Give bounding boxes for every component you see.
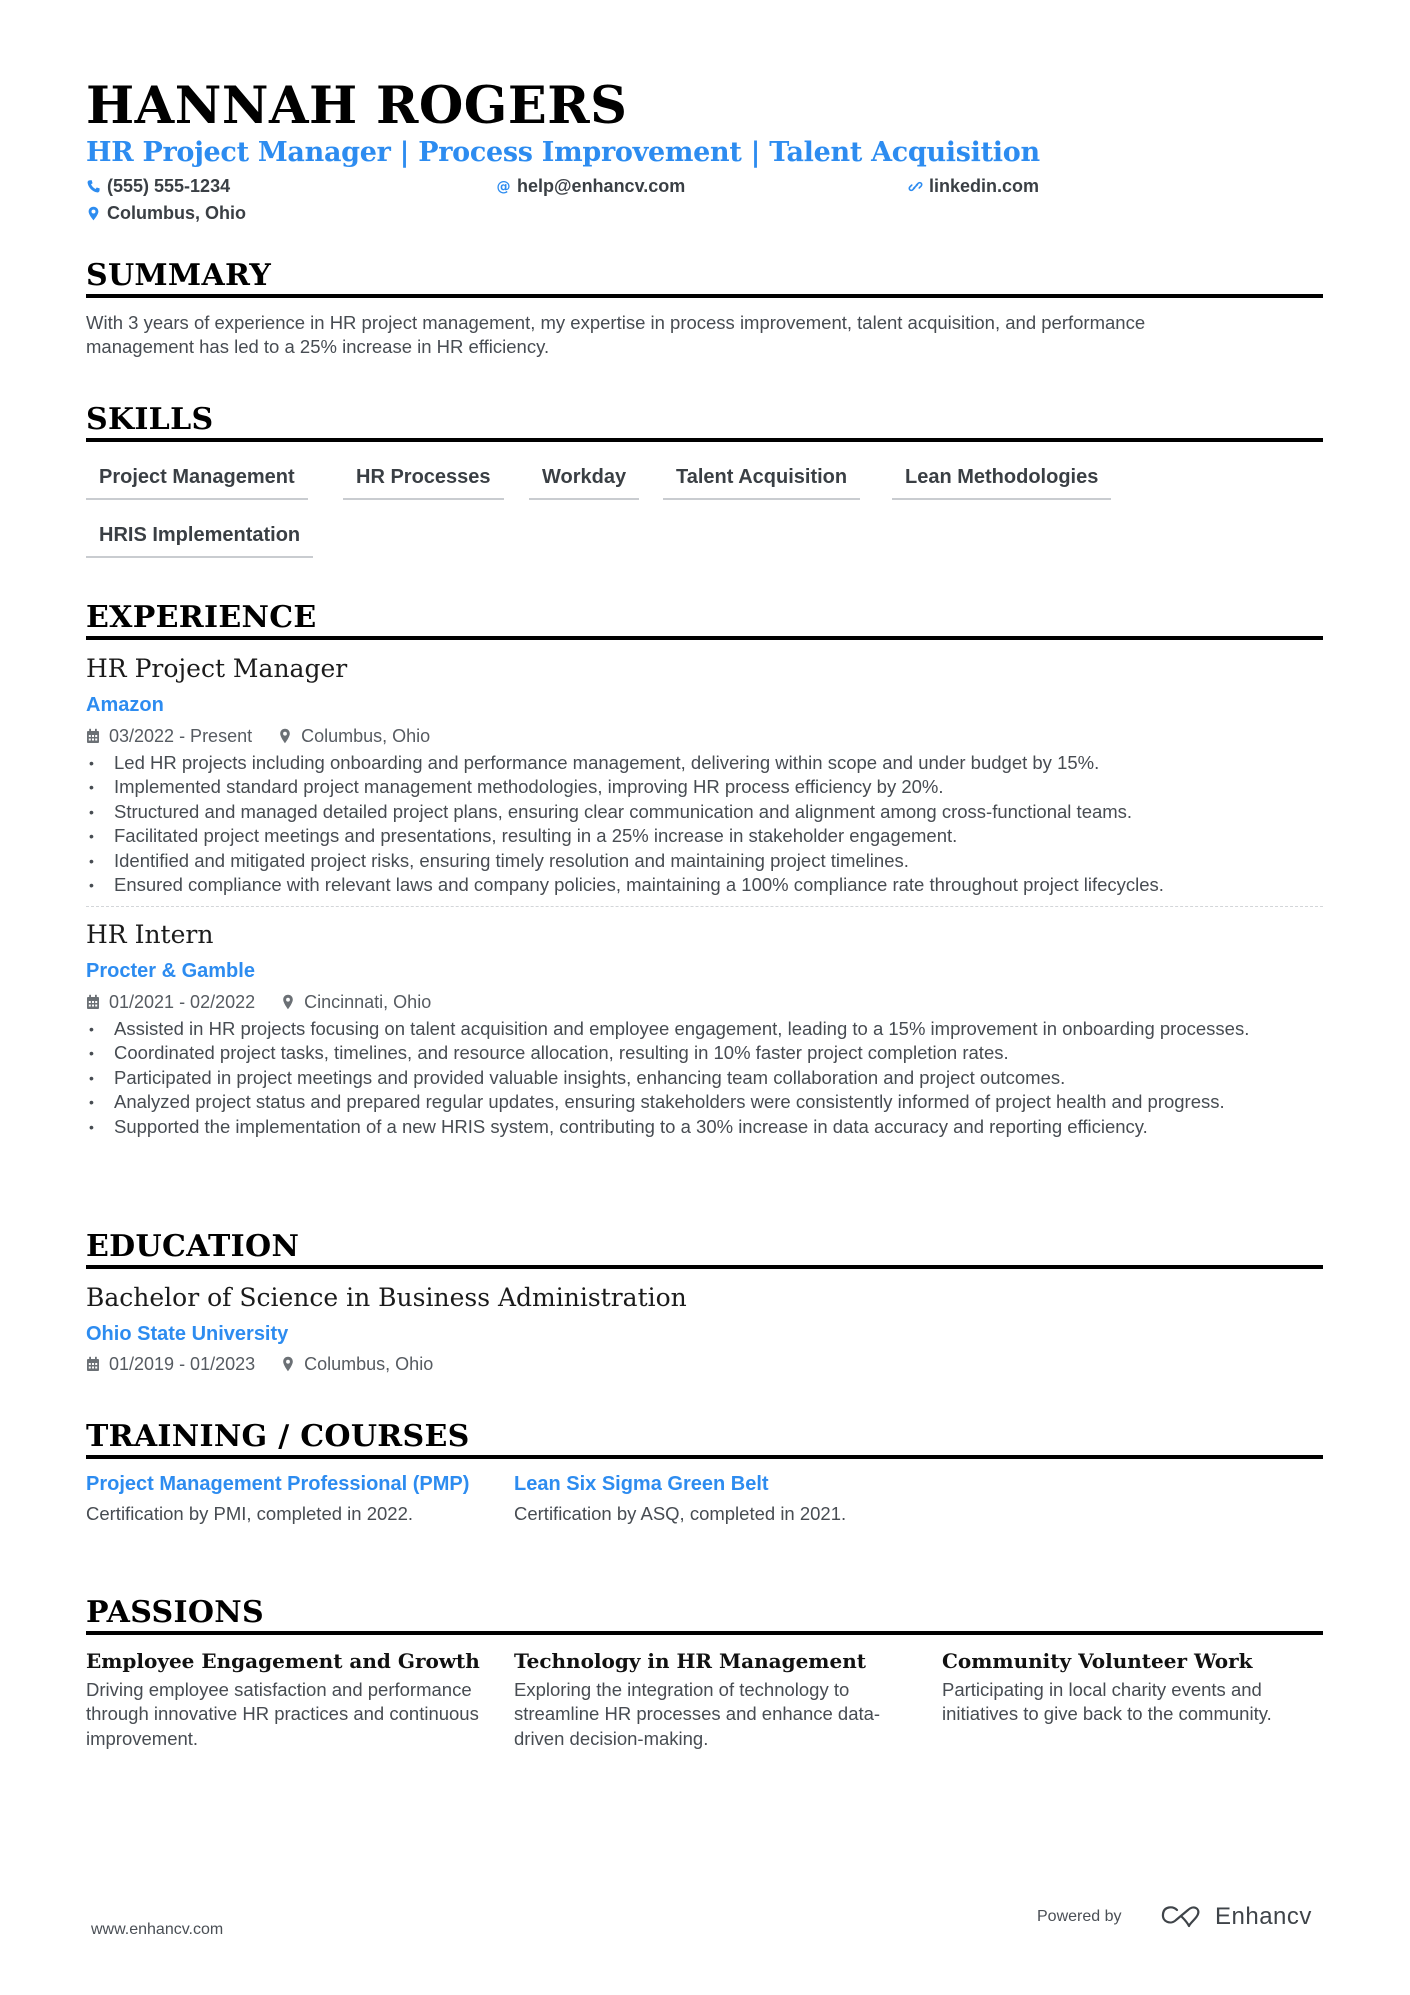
skill-tag: Talent Acquisition (663, 464, 861, 500)
section-rule (86, 1455, 1323, 1459)
contact-link[interactable]: linkedin.com (908, 174, 1039, 198)
footer-website[interactable]: www.enhancv.com (91, 1920, 223, 1940)
passion-title: Employee Engagement and Growth (86, 1649, 480, 1673)
calendar-icon (87, 728, 99, 743)
job-location: Columbus, Ohio (301, 726, 431, 746)
link-icon (908, 181, 923, 191)
skill-tag: Workday (529, 464, 640, 500)
course-description: Certification by PMI, completed in 2022. (86, 1503, 413, 1524)
company-name[interactable]: Procter & Gamble (86, 958, 255, 984)
section-rule (86, 1265, 1323, 1269)
school-name[interactable]: Ohio State University (86, 1321, 288, 1347)
skill-tag: Lean Methodologies (892, 464, 1112, 500)
section-title-passions: PASSIONS (86, 1595, 264, 1630)
bullet-item: Identified and mitigated project risks, … (86, 849, 1326, 874)
education-dates: 01/2019 - 01/2023 (109, 1354, 256, 1374)
section-title-summary: SUMMARY (86, 258, 272, 293)
contact-email[interactable]: @ help@enhancv.com (496, 174, 685, 198)
section-rule (86, 294, 1323, 298)
calendar-icon (87, 994, 99, 1009)
svg-text:@: @ (496, 179, 510, 194)
passion-item: Community Volunteer Work Participating i… (942, 1648, 1337, 1727)
section-title-education: EDUCATION (86, 1229, 300, 1264)
bullet-item: Assisted in HR projects focusing on tale… (86, 1017, 1326, 1042)
job-bullets: Led HR projects including onboarding and… (86, 751, 1326, 898)
section-title-skills: SKILLS (86, 402, 214, 437)
passion-title: Community Volunteer Work (942, 1649, 1253, 1673)
job-dates: 03/2022 - Present (109, 726, 253, 746)
course-item: Project Management Professional (PMP) Ce… (86, 1472, 481, 1526)
course-title[interactable]: Project Management Professional (PMP) (86, 1472, 481, 1497)
location-pin-icon (280, 728, 290, 744)
skill-tag: Project Management (86, 464, 308, 500)
job-bullets: Assisted in HR projects focusing on tale… (86, 1017, 1326, 1139)
course-title[interactable]: Lean Six Sigma Green Belt (514, 1472, 909, 1497)
bullet-item: Led HR projects including onboarding and… (86, 751, 1326, 776)
passion-description: Driving employee satisfaction and perfor… (86, 1679, 479, 1749)
skill-tag: HR Processes (343, 464, 504, 500)
passion-title: Technology in HR Management (514, 1649, 866, 1673)
candidate-name: HANNAH ROGERS (86, 76, 628, 136)
enhancv-brand[interactable]: Enhancv (1215, 1903, 1312, 1931)
entry-divider (86, 906, 1323, 907)
summary-text: With 3 years of experience in HR project… (86, 311, 1336, 360)
location-pin-icon (283, 994, 293, 1010)
job-meta: 03/2022 - Present Columbus, Ohio (86, 724, 430, 748)
section-rule (86, 636, 1323, 640)
education-meta: 01/2019 - 01/2023 Columbus, Ohio (86, 1352, 433, 1376)
email-text[interactable]: help@enhancv.com (517, 174, 685, 198)
job-location: Cincinnati, Ohio (304, 992, 432, 1012)
contact-location: Columbus, Ohio (86, 201, 246, 225)
section-title-training: TRAINING / COURSES (86, 1419, 470, 1454)
section-title-experience: EXPERIENCE (86, 600, 317, 635)
job-title: HR Intern (86, 920, 214, 949)
job-title: HR Project Manager (86, 654, 348, 683)
powered-by-label: Powered by (1037, 1908, 1122, 1925)
job-meta: 01/2021 - 02/2022 Cincinnati, Ohio (86, 990, 431, 1014)
phone-icon (87, 179, 100, 192)
bullet-item: Supported the implementation of a new HR… (86, 1115, 1326, 1140)
passion-item: Technology in HR Management Exploring th… (514, 1648, 919, 1751)
location-pin-icon (88, 206, 99, 220)
bullet-item: Facilitated project meetings and present… (86, 824, 1326, 849)
phone-text: (555) 555-1234 (107, 176, 231, 196)
section-rule (86, 438, 1323, 442)
skill-tag: HRIS Implementation (86, 522, 314, 558)
education-location: Columbus, Ohio (304, 1354, 434, 1374)
bullet-item: Participated in project meetings and pro… (86, 1066, 1326, 1091)
at-icon: @ (496, 179, 510, 194)
link-text[interactable]: linkedin.com (929, 174, 1039, 198)
enhancv-logo-icon (1161, 1906, 1200, 1928)
company-name[interactable]: Amazon (86, 692, 164, 718)
degree-title: Bachelor of Science in Business Administ… (86, 1283, 687, 1312)
bullet-item: Analyzed project status and prepared reg… (86, 1090, 1326, 1115)
passion-description: Exploring the integration of technology … (514, 1679, 881, 1749)
location-pin-icon (283, 1356, 293, 1372)
job-dates: 01/2021 - 02/2022 (109, 992, 256, 1012)
summary-line: management has led to a 25% increase in … (86, 336, 550, 358)
course-description: Certification by ASQ, completed in 2021. (514, 1503, 847, 1524)
bullet-item: Coordinated project tasks, timelines, an… (86, 1041, 1326, 1066)
headline: HR Project Manager | Process Improvement… (86, 137, 1040, 168)
passion-item: Employee Engagement and Growth Driving e… (86, 1648, 491, 1751)
section-rule (86, 1631, 1323, 1635)
bullet-item: Implemented standard project management … (86, 775, 1326, 800)
location-text: Columbus, Ohio (107, 203, 246, 223)
summary-line: With 3 years of experience in HR project… (86, 312, 1146, 333)
contact-phone: (555) 555-1234 (86, 174, 230, 198)
bullet-item: Structured and managed detailed project … (86, 800, 1326, 825)
passion-description: Participating in local charity events an… (942, 1679, 1272, 1725)
calendar-icon (87, 1356, 99, 1371)
course-item: Lean Six Sigma Green Belt Certification … (514, 1472, 909, 1526)
bullet-item: Ensured compliance with relevant laws an… (86, 873, 1326, 898)
